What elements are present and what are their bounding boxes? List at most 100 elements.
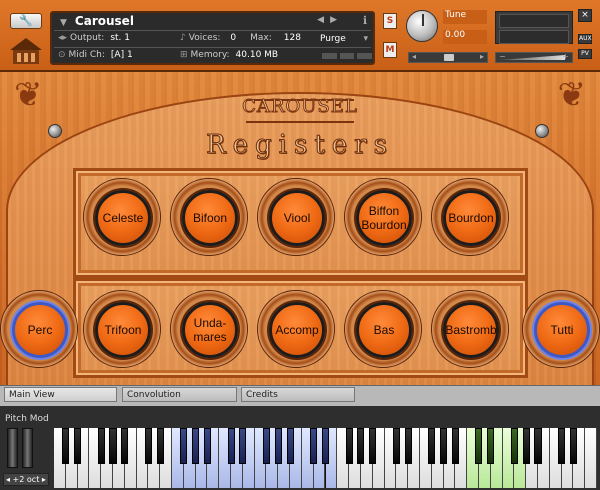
black-key[interactable] bbox=[534, 428, 542, 464]
register-biffon-bourdon-button[interactable]: Biffon Bourdon bbox=[344, 178, 422, 256]
pan-handle[interactable] bbox=[444, 54, 454, 61]
collapse-arrow-icon[interactable]: ▼ bbox=[60, 18, 67, 28]
black-key[interactable] bbox=[404, 428, 412, 464]
register-bifoon-button[interactable]: Bifoon bbox=[170, 178, 248, 256]
tutti-label: Tutti bbox=[534, 302, 590, 358]
left-arrow-icon: ◂ bbox=[412, 52, 417, 61]
black-key[interactable] bbox=[321, 428, 330, 464]
black-key[interactable] bbox=[510, 428, 518, 464]
main-view-panel: ❦ ❦ CAROUSEL Registers Celeste Bifoon Vi… bbox=[0, 72, 600, 422]
mute-button[interactable]: M bbox=[383, 42, 397, 58]
solo-button[interactable]: S bbox=[383, 13, 397, 29]
perc-button[interactable]: Perc bbox=[0, 290, 78, 368]
register-bourdon-button[interactable]: Bourdon bbox=[431, 178, 509, 256]
purge-dropdown[interactable]: Purge ▾ bbox=[320, 34, 370, 44]
register-bas-button[interactable]: Bas bbox=[344, 290, 422, 368]
volume-fill bbox=[499, 55, 565, 60]
register-label: Viool bbox=[269, 190, 325, 246]
black-key[interactable] bbox=[475, 428, 483, 464]
black-key[interactable] bbox=[558, 428, 566, 464]
register-label: Bifoon bbox=[182, 190, 238, 246]
max-value[interactable]: 128 bbox=[284, 33, 301, 43]
black-key[interactable] bbox=[487, 428, 495, 464]
black-key[interactable] bbox=[440, 428, 448, 464]
aux-button[interactable]: AUX bbox=[578, 34, 592, 44]
voices-label: Voices: bbox=[188, 33, 221, 43]
memory-value: 40.10 MB bbox=[235, 50, 279, 60]
instrument-title[interactable]: ▼ Carousel bbox=[60, 14, 134, 28]
black-key[interactable] bbox=[310, 428, 318, 464]
pitch-wheel[interactable] bbox=[7, 428, 18, 468]
black-key[interactable] bbox=[274, 428, 282, 464]
tune-label: Tune bbox=[443, 10, 487, 24]
memory-label: Memory: bbox=[190, 50, 230, 60]
white-key[interactable] bbox=[585, 428, 597, 488]
black-key[interactable] bbox=[239, 428, 247, 464]
right-arrow-icon: ▸ bbox=[479, 52, 484, 61]
pan-slider[interactable]: ◂ ▸ bbox=[408, 52, 488, 63]
midi-value[interactable]: [A] 1 bbox=[111, 50, 133, 60]
piano-keyboard[interactable] bbox=[54, 428, 597, 488]
close-button[interactable]: × bbox=[578, 9, 592, 22]
black-key[interactable] bbox=[109, 428, 117, 464]
register-label: Trifoon bbox=[95, 302, 151, 358]
register-label: Biffon Bourdon bbox=[356, 190, 412, 246]
register-label: Celeste bbox=[95, 190, 151, 246]
dropdown-arrow-icon: ▾ bbox=[363, 34, 368, 44]
mod-wheel[interactable] bbox=[22, 428, 33, 468]
register-label: Bastromb bbox=[443, 302, 499, 358]
register-viool-button[interactable]: Viool bbox=[257, 178, 335, 256]
register-label: Unda-mares bbox=[182, 302, 238, 358]
black-key[interactable] bbox=[192, 428, 200, 464]
carousel-logo: CAROUSEL bbox=[242, 96, 358, 118]
register-label: Bourdon bbox=[443, 190, 499, 246]
midi-row[interactable]: ⊙ Midi Ch: [A] 1 bbox=[58, 50, 133, 60]
wrench-icon[interactable]: 🔧 bbox=[10, 13, 42, 29]
black-key[interactable] bbox=[62, 428, 70, 464]
pv-button[interactable]: PV bbox=[578, 49, 592, 59]
register-bastromb-button[interactable]: Bastromb bbox=[431, 290, 509, 368]
black-key[interactable] bbox=[97, 428, 105, 464]
info-icon[interactable]: ℹ bbox=[363, 14, 367, 27]
tutti-button[interactable]: Tutti bbox=[522, 290, 600, 368]
tab-credits[interactable]: Credits bbox=[241, 387, 355, 402]
keyboard-area: Pitch Mod ◂ +2 oct ▸ bbox=[0, 406, 600, 490]
tab-convolution[interactable]: Convolution bbox=[122, 387, 237, 402]
max-label: Max: bbox=[250, 33, 272, 43]
black-key[interactable] bbox=[203, 428, 211, 464]
black-key[interactable] bbox=[156, 428, 164, 464]
black-key[interactable] bbox=[357, 428, 365, 464]
memory-icon: ⊞ bbox=[180, 50, 188, 60]
instrument-header: 🔧 ▼ Carousel ◀▶ ℹ ◂▸ Output: st. 1 ♪ Voic… bbox=[0, 0, 600, 72]
black-key[interactable] bbox=[345, 428, 353, 464]
black-key[interactable] bbox=[392, 428, 400, 464]
black-key[interactable] bbox=[428, 428, 436, 464]
black-key[interactable] bbox=[369, 428, 377, 464]
output-value[interactable]: st. 1 bbox=[110, 33, 130, 43]
logo-divider bbox=[246, 121, 354, 123]
black-key[interactable] bbox=[569, 428, 577, 464]
octave-shift-control[interactable]: ◂ +2 oct ▸ bbox=[3, 473, 49, 486]
black-key[interactable] bbox=[227, 428, 235, 464]
black-key[interactable] bbox=[262, 428, 270, 464]
voices-row: ♪ Voices: 0 Max: 128 bbox=[180, 33, 301, 43]
black-key[interactable] bbox=[522, 428, 530, 464]
black-key[interactable] bbox=[286, 428, 294, 464]
tune-value[interactable]: 0.00 bbox=[443, 30, 487, 44]
output-row[interactable]: ◂▸ Output: st. 1 bbox=[58, 33, 130, 43]
register-accomp-button[interactable]: Accomp bbox=[257, 290, 335, 368]
black-key[interactable] bbox=[74, 428, 82, 464]
black-key[interactable] bbox=[451, 428, 459, 464]
instrument-info-panel: ▼ Carousel ◀▶ ℹ ◂▸ Output: st. 1 ♪ Voices… bbox=[50, 11, 375, 65]
black-key[interactable] bbox=[144, 428, 152, 464]
tune-knob[interactable] bbox=[406, 10, 438, 42]
tab-main-view[interactable]: Main View bbox=[4, 387, 117, 402]
instrument-nav-arrows[interactable]: ◀▶ bbox=[317, 15, 343, 25]
register-celeste-button[interactable]: Celeste bbox=[83, 178, 161, 256]
black-key[interactable] bbox=[180, 428, 188, 464]
register-trifoon-button[interactable]: Trifoon bbox=[83, 290, 161, 368]
volume-slider[interactable]: − + bbox=[495, 52, 573, 63]
register-label: Accomp bbox=[269, 302, 325, 358]
register-undamares-button[interactable]: Unda-mares bbox=[170, 290, 248, 368]
black-key[interactable] bbox=[121, 428, 129, 464]
